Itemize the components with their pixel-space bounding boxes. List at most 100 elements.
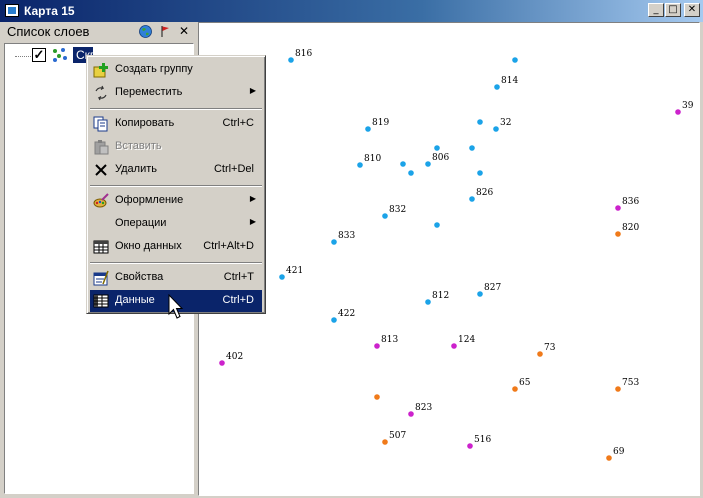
layer-visibility-checkbox[interactable]: ✓ <box>32 48 46 62</box>
well-point-marker[interactable] <box>374 343 380 349</box>
delete-icon <box>95 164 107 176</box>
well-point-marker[interactable] <box>512 386 518 392</box>
well-point-marker[interactable] <box>434 222 440 228</box>
well-point-marker[interactable] <box>615 231 621 237</box>
well-point-marker[interactable] <box>288 57 294 63</box>
menu-item-operations[interactable]: Операции ▶ <box>90 213 262 235</box>
well-point-label: 507 <box>389 431 406 441</box>
well-point-marker[interactable] <box>434 145 440 151</box>
well-point-label: 826 <box>476 188 493 198</box>
map-points-layer: 816 814 39 819 32 810 806 826 836 832 820 833 421 827… <box>219 49 694 461</box>
well-point-label: 806 <box>432 153 449 163</box>
copy-icon <box>93 116 108 132</box>
menu-separator <box>90 262 262 264</box>
menu-item-label: Создать группу <box>115 63 193 75</box>
well-point-marker[interactable] <box>512 57 518 63</box>
well-point-label: 832 <box>389 205 406 215</box>
data-window-icon <box>93 240 109 254</box>
well-point-marker[interactable] <box>382 213 388 219</box>
menu-item-label: Данные <box>115 294 155 306</box>
well-point-marker[interactable] <box>477 170 483 176</box>
well-point-label: 402 <box>226 352 243 362</box>
well-point-marker[interactable] <box>477 291 483 297</box>
well-point-label: 812 <box>432 291 449 301</box>
well-point-label: 69 <box>613 447 625 457</box>
well-point-marker[interactable] <box>537 351 543 357</box>
well-point-marker[interactable] <box>451 343 457 349</box>
well-point-marker[interactable] <box>494 84 500 90</box>
well-point-marker[interactable] <box>279 274 285 280</box>
flag-icon[interactable] <box>159 25 172 38</box>
well-point-marker[interactable] <box>469 196 475 202</box>
well-point-marker[interactable] <box>331 317 337 323</box>
well-point-label: 816 <box>295 49 312 59</box>
panel-header: Список слоев ✕ <box>2 22 194 42</box>
menu-item-create-group[interactable]: Создать группу <box>90 59 262 81</box>
well-point-marker[interactable] <box>477 119 483 125</box>
map-canvas[interactable]: 816 814 39 819 32 810 806 826 836 832 820 833 421 827… <box>198 22 700 496</box>
panel-title: Список слоев <box>7 24 90 39</box>
style-icon <box>93 193 109 208</box>
menu-item-style[interactable]: Оформление ▶ <box>90 190 262 212</box>
well-point-label: 813 <box>381 335 398 345</box>
menu-separator <box>90 108 262 110</box>
well-point-label: 819 <box>372 118 389 128</box>
mouse-pointer-icon <box>168 294 184 319</box>
well-point-marker[interactable] <box>425 161 431 167</box>
menu-item-delete[interactable]: Удалить Ctrl+Del <box>90 159 262 181</box>
submenu-arrow-icon: ▶ <box>249 194 256 203</box>
properties-icon <box>93 270 109 286</box>
minimize-button[interactable]: _ <box>648 3 664 17</box>
menu-item-label: Свойства <box>115 271 164 283</box>
well-point-label: 73 <box>544 343 556 353</box>
well-point-marker[interactable] <box>606 455 612 461</box>
menu-item-label: Вставить <box>115 140 162 152</box>
well-point-marker[interactable] <box>493 126 499 132</box>
well-point-marker[interactable] <box>425 299 431 305</box>
menu-item-move[interactable]: Переместить ▶ <box>90 82 262 104</box>
data-table-icon <box>93 294 109 308</box>
well-point-marker[interactable] <box>408 411 414 417</box>
well-point-label: 65 <box>519 378 531 388</box>
well-point-marker[interactable] <box>675 109 681 115</box>
well-point-marker[interactable] <box>615 205 621 211</box>
well-point-label: 814 <box>501 76 518 86</box>
well-point-marker[interactable] <box>374 394 380 400</box>
well-point-label: 833 <box>338 231 355 241</box>
menu-item-shortcut: Ctrl+Del <box>213 163 254 175</box>
well-point-marker[interactable] <box>469 145 475 151</box>
well-point-marker[interactable] <box>467 443 473 449</box>
menu-item-label: Оформление <box>115 194 184 206</box>
menu-item-paste[interactable]: Вставить <box>90 136 262 158</box>
well-point-marker[interactable] <box>357 162 363 168</box>
menu-item-shortcut: Ctrl+Alt+D <box>203 240 254 252</box>
well-point-marker[interactable] <box>382 439 388 445</box>
well-point-marker[interactable] <box>400 161 406 167</box>
menu-item-data-window[interactable]: Окно данных Ctrl+Alt+D <box>90 236 262 258</box>
layer-context-menu: Создать группу Переместить ▶ Копировать … <box>86 55 266 314</box>
add-group-icon <box>93 63 108 78</box>
menu-item-copy[interactable]: Копировать Ctrl+C <box>90 113 262 135</box>
menu-item-label: Копировать <box>115 117 175 129</box>
globe-icon[interactable] <box>139 25 152 38</box>
menu-item-label: Окно данных <box>115 240 182 252</box>
well-point-marker[interactable] <box>615 386 621 392</box>
well-point-label: 516 <box>474 435 491 445</box>
well-point-marker[interactable] <box>365 126 371 132</box>
move-icon <box>95 85 107 101</box>
well-point-marker[interactable] <box>219 360 225 366</box>
point-layer-icon <box>53 48 67 62</box>
window-title: Карта 15 <box>24 4 75 18</box>
well-point-marker[interactable] <box>408 170 414 176</box>
close-window-button[interactable]: ✕ <box>684 3 700 17</box>
panel-close-icon[interactable]: ✕ <box>179 24 189 38</box>
menu-item-label: Удалить <box>115 163 157 175</box>
window-titlebar[interactable]: Карта 15 _ □ ✕ <box>0 0 703 22</box>
well-point-label: 836 <box>622 197 639 207</box>
maximize-button[interactable]: □ <box>665 3 681 17</box>
menu-item-properties[interactable]: Свойства Ctrl+T <box>90 267 262 289</box>
well-point-marker[interactable] <box>331 239 337 245</box>
well-point-label: 827 <box>484 283 501 293</box>
paste-icon <box>94 140 109 155</box>
submenu-arrow-icon: ▶ <box>249 217 256 226</box>
